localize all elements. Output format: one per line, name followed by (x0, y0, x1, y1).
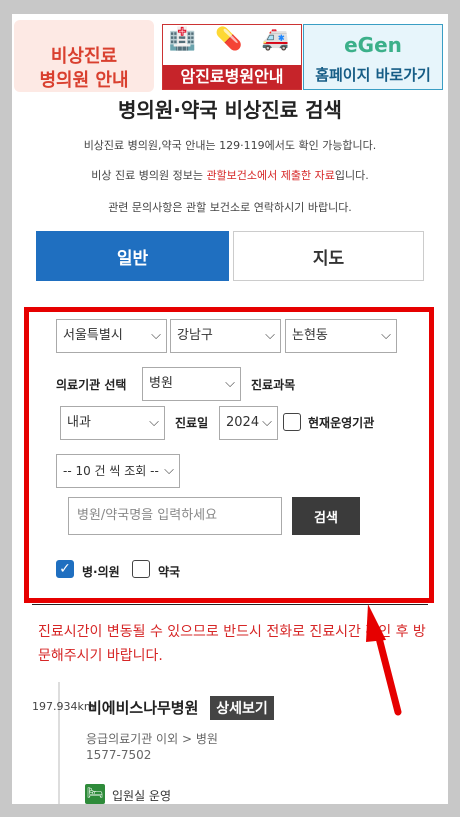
page-frame: 비상진료 병의원 안내 🏥 💊 🚑 암진료병원안내 eGen 홈페이지 바로가기… (12, 14, 448, 804)
annotation-arrow-icon (366, 604, 402, 716)
